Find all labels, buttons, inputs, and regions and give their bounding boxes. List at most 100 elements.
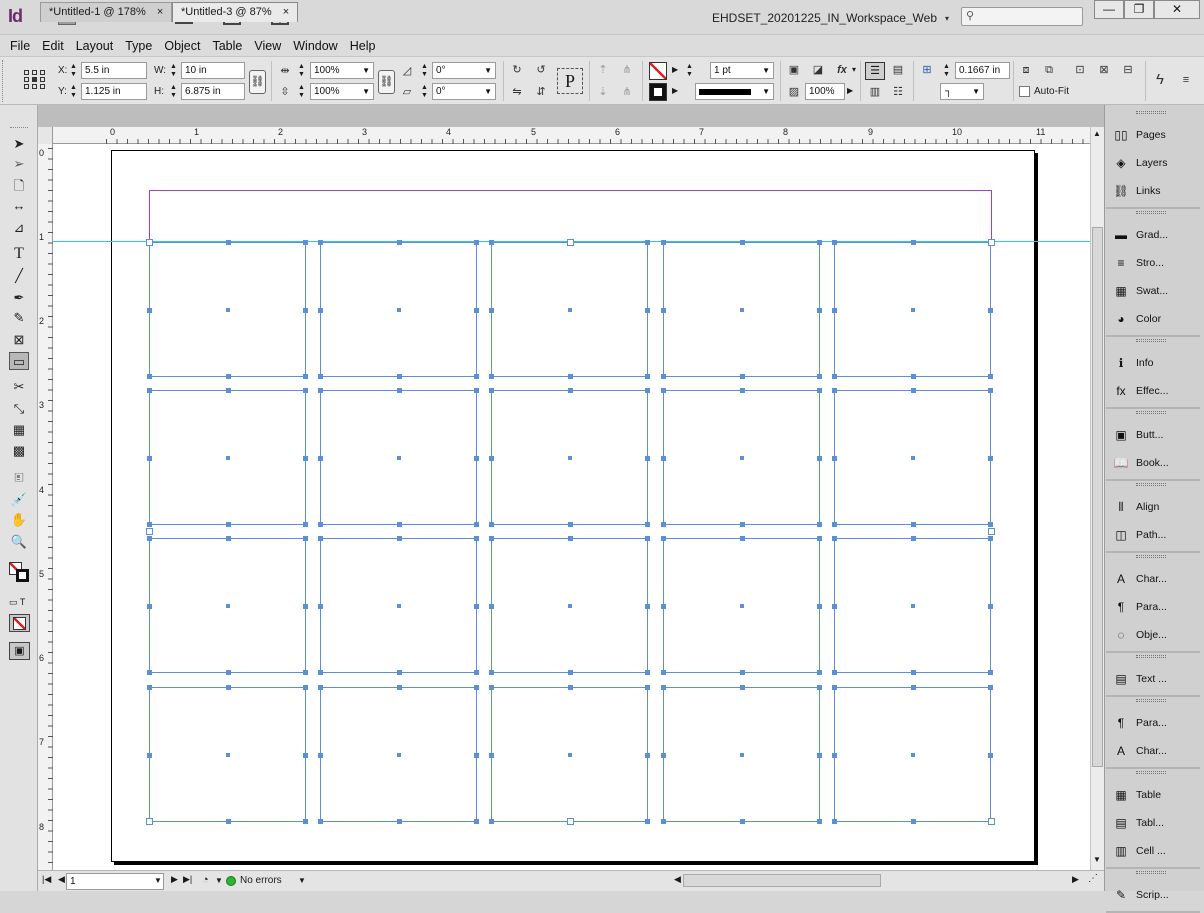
selection-handle[interactable]	[988, 818, 995, 825]
frame-handle[interactable]	[303, 685, 308, 690]
scroll-left-icon[interactable]: ◀	[674, 874, 681, 885]
panel-character[interactable]: A Char...	[1112, 738, 1198, 764]
frame-handle[interactable]	[817, 455, 822, 461]
chevron-down-icon[interactable]: ▼	[215, 876, 223, 885]
close-tab-icon[interactable]: ×	[157, 6, 163, 18]
frame-handle[interactable]	[318, 819, 323, 824]
scale-x-stepper[interactable]: ▲ ▼	[298, 63, 305, 79]
frame-handle[interactable]	[225, 536, 231, 541]
frame-handle[interactable]	[474, 522, 479, 527]
frame-handle[interactable]	[817, 374, 822, 379]
zoom-tool-icon[interactable]: 🔍	[9, 533, 29, 551]
frame-handle[interactable]	[832, 819, 837, 824]
select-next-icon[interactable]: ⋔	[619, 84, 635, 100]
graphic-frame[interactable]	[832, 536, 993, 675]
drop-shadow-icon[interactable]: ▣	[786, 62, 802, 78]
rotate-cw-icon[interactable]: ↻	[509, 62, 525, 78]
selection-handle[interactable]	[146, 528, 153, 535]
page-number-field[interactable]: 1	[66, 873, 164, 890]
frame-handle[interactable]	[474, 752, 479, 758]
frame-handle[interactable]	[303, 374, 308, 379]
frame-handle[interactable]	[645, 240, 650, 245]
frame-handle[interactable]	[910, 536, 916, 541]
hand-tool-icon[interactable]: ✋	[9, 511, 29, 529]
fx-icon[interactable]: fx	[834, 62, 850, 78]
fit-proportional-icon[interactable]: ⊡	[1072, 62, 1088, 78]
frame-handle[interactable]	[147, 455, 152, 461]
frame-handle[interactable]	[739, 388, 745, 393]
frame-handle[interactable]	[817, 522, 822, 527]
frame-handle[interactable]	[474, 685, 479, 690]
next-page-icon[interactable]: ▶	[171, 874, 178, 885]
panel-bookmarks[interactable]: 📖 Book...	[1112, 450, 1198, 476]
frame-handle[interactable]	[832, 752, 837, 758]
wrap-jump-icon[interactable]: ☷	[890, 84, 906, 100]
y-stepper[interactable]: ▲ ▼	[70, 84, 77, 100]
corner-options-dropdown[interactable]: ┐ ▼	[940, 83, 984, 100]
frame-handle[interactable]	[147, 307, 152, 313]
frame-handle[interactable]	[474, 603, 479, 609]
quick-apply-icon[interactable]: ϟ	[1152, 72, 1168, 88]
frame-handle[interactable]	[661, 455, 666, 461]
opacity-menu-icon[interactable]: ▶	[847, 86, 853, 95]
shear-stepper[interactable]: ▲ ▼	[421, 84, 428, 100]
frame-handle[interactable]	[225, 819, 231, 824]
frame-handle[interactable]	[910, 374, 916, 379]
page-tool-icon[interactable]: 🗋	[9, 177, 29, 195]
frame-handle[interactable]	[147, 670, 152, 675]
frame-handle[interactable]	[832, 603, 837, 609]
chevron-down-icon[interactable]: ▼	[298, 876, 306, 885]
first-page-icon[interactable]: |◀	[42, 874, 51, 885]
panel-grip[interactable]	[1136, 699, 1166, 702]
frame-handle[interactable]	[645, 388, 650, 393]
panel-buttons[interactable]: ▣ Butt...	[1112, 422, 1198, 448]
scroll-up-icon[interactable]: ▲	[1093, 129, 1101, 138]
frame-handle[interactable]	[474, 374, 479, 379]
frame-handle[interactable]	[739, 819, 745, 824]
w-field[interactable]: 10 in	[181, 62, 245, 79]
vertical-scrollbar[interactable]: ▲ ▼	[1090, 127, 1104, 870]
frame-handle[interactable]	[474, 307, 479, 313]
frame-handle[interactable]	[645, 536, 650, 541]
preflight-menu-icon[interactable]: ◔	[202, 874, 209, 886]
frame-handle[interactable]	[567, 670, 573, 675]
frame-handle[interactable]	[318, 670, 323, 675]
shadow-toggle-icon[interactable]: ◪	[810, 62, 826, 78]
graphic-frame[interactable]	[318, 388, 479, 527]
rectangle-frame-tool-icon[interactable]: ⊠	[9, 331, 29, 349]
panel-effects[interactable]: fx Effec...	[1112, 378, 1198, 404]
ruler-origin[interactable]	[38, 127, 53, 144]
frame-handle[interactable]	[303, 307, 308, 313]
frame-handle[interactable]	[988, 522, 993, 527]
graphic-frame[interactable]	[832, 685, 993, 824]
constrain-scale-button[interactable]: ⛓	[378, 70, 395, 94]
wrap-none-icon[interactable]: ☰	[865, 62, 885, 80]
frame-handle[interactable]	[645, 522, 650, 527]
frame-handle[interactable]	[988, 670, 993, 675]
stroke-weight-stepper[interactable]: ▲ ▼	[686, 63, 693, 79]
frame-handle[interactable]	[474, 240, 479, 245]
frame-handle[interactable]	[661, 670, 666, 675]
frame-handle[interactable]	[225, 388, 231, 393]
graphic-frame[interactable]	[318, 536, 479, 675]
wrap-bounding-box-icon[interactable]: ▤	[890, 62, 906, 78]
frame-handle[interactable]	[318, 536, 323, 541]
frame-handle[interactable]	[910, 522, 916, 527]
frame-handle[interactable]	[832, 388, 837, 393]
selection-handle[interactable]	[988, 528, 995, 535]
select-previous-icon[interactable]: ⋔	[619, 62, 635, 78]
pen-tool-icon[interactable]: ✒	[9, 289, 29, 307]
panel-scripts[interactable]: ✎ Scrip...	[1112, 882, 1198, 908]
scale-y-dropdown[interactable]: 100% ▼	[310, 83, 374, 100]
panel-paragraph[interactable]: ¶ Para...	[1112, 710, 1198, 736]
frame-handle[interactable]	[988, 388, 993, 393]
frame-handle[interactable]	[645, 374, 650, 379]
frame-handle[interactable]	[489, 522, 494, 527]
frame-handle[interactable]	[474, 670, 479, 675]
frame-handle[interactable]	[832, 240, 837, 245]
gradient-feather-tool-icon[interactable]: ▩	[9, 442, 29, 460]
pencil-tool-icon[interactable]: ✎	[9, 309, 29, 327]
panel-table[interactable]: ▦ Table	[1112, 782, 1198, 808]
opacity-field[interactable]: 100%	[805, 83, 845, 100]
fx-menu-icon[interactable]: ▾	[852, 65, 856, 74]
